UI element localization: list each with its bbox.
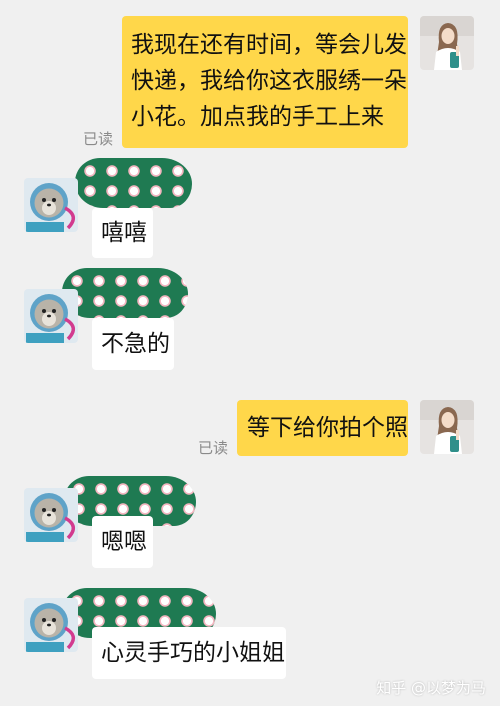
read-status: 已读 (198, 439, 229, 457)
sent-message-bubble[interactable]: 等下给你拍个照 (237, 400, 408, 456)
received-message-bubble[interactable]: 嘻嘻 (92, 208, 153, 258)
flower-sticker (75, 158, 192, 208)
read-status: 已读 (83, 130, 114, 148)
message-line: 快递，我给你这衣服绣一朵 (131, 68, 407, 94)
message-line: 我现在还有时间，等会儿发 (131, 32, 407, 58)
peer-avatar[interactable] (24, 488, 78, 542)
message-text: 不急的 (101, 331, 170, 357)
message-text: 嗯嗯 (101, 529, 147, 555)
flower-sticker (62, 268, 188, 318)
seal-cartoon-avatar-icon (24, 289, 78, 343)
peer-avatar[interactable] (24, 289, 78, 343)
seal-cartoon-avatar-icon (24, 598, 78, 652)
message-text: 心灵手巧的小姐姐 (101, 640, 285, 666)
self-avatar[interactable] (420, 16, 474, 70)
seal-cartoon-avatar-icon (24, 488, 78, 542)
received-message-bubble[interactable]: 心灵手巧的小姐姐 (92, 627, 286, 679)
girl-photo-avatar-icon (420, 16, 474, 70)
message-text: 嘻嘻 (101, 220, 147, 246)
message-text: 等下给你拍个照 (247, 415, 408, 441)
seal-cartoon-avatar-icon (24, 178, 78, 232)
watermark: 知乎 @以梦为马 (376, 679, 486, 697)
self-avatar[interactable] (420, 400, 474, 454)
received-message-bubble[interactable]: 不急的 (92, 318, 174, 370)
sent-message-bubble[interactable]: 我现在还有时间，等会儿发 快递，我给你这衣服绣一朵 小花。加点我的手工上来 (122, 16, 408, 148)
received-message-bubble[interactable]: 嗯嗯 (92, 516, 153, 568)
peer-avatar[interactable] (24, 598, 78, 652)
peer-avatar[interactable] (24, 178, 78, 232)
message-line: 小花。加点我的手工上来 (131, 104, 384, 130)
girl-photo-avatar-icon (420, 400, 474, 454)
